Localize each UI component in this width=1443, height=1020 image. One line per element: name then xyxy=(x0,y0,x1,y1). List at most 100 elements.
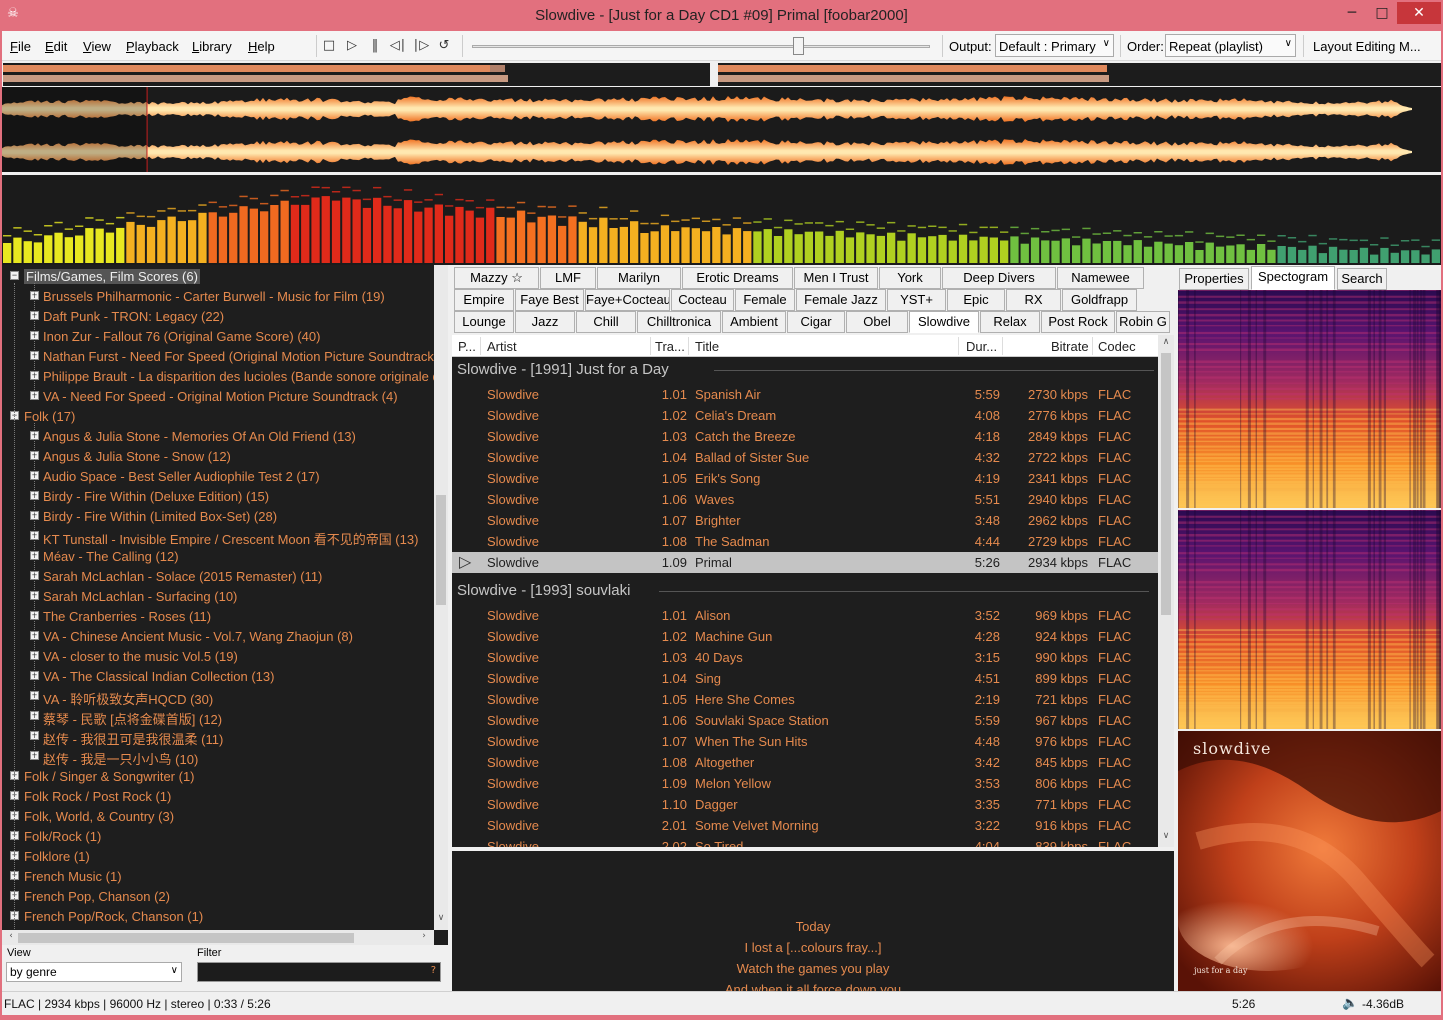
playlist-row[interactable]: Slowdive 1.01 Alison 3:52 969 kbps FLAC xyxy=(452,605,1158,626)
playlist-tab[interactable]: Post Rock xyxy=(1041,311,1115,333)
playlist-row[interactable]: Slowdive 1.07 Brighter 3:48 2962 kbps FLAC xyxy=(452,510,1158,531)
tree-child-node[interactable]: + VA - closer to the music Vol.5 (19) xyxy=(2,647,434,667)
playlist-tab[interactable]: Lounge xyxy=(454,311,514,333)
scrollbar-thumb[interactable] xyxy=(436,495,446,605)
column-divider[interactable] xyxy=(1092,337,1093,355)
menu-help[interactable]: Help xyxy=(248,39,275,54)
tree-node[interactable]: + Folklore (1) xyxy=(2,847,434,867)
random-icon[interactable]: ↺ xyxy=(435,37,453,55)
playlist-tab[interactable]: Marilyn xyxy=(597,267,681,289)
tree-child-node[interactable]: + Sarah McLachlan - Solace (2015 Remaster… xyxy=(2,567,434,587)
playlist-vertical-scrollbar[interactable]: ∧ ∨ xyxy=(1158,335,1174,847)
playlist-tab[interactable]: Epic xyxy=(947,289,1005,311)
tree-node[interactable]: + French Pop, Chanson (2) xyxy=(2,887,434,907)
collapse-icon[interactable]: − xyxy=(10,271,19,280)
next-icon[interactable]: ∣▷ xyxy=(412,37,430,55)
playlist-row[interactable]: ▷ Slowdive 1.09 Primal 5:26 2934 kbps FLAC xyxy=(452,552,1158,573)
playlist-tab[interactable]: Men I Trust xyxy=(794,267,878,289)
playlist-tab[interactable]: Obel xyxy=(846,311,908,333)
tree-child-node[interactable]: + Inon Zur - Fallout 76 (Original Game Sc… xyxy=(2,327,434,347)
playlist-row[interactable]: Slowdive 1.04 Ballad of Sister Sue 4:32 2722… xyxy=(452,447,1158,468)
column-divider[interactable] xyxy=(480,337,481,355)
tree-child-node[interactable]: + VA - Chinese Ancient Music - Vol.7, Wan… xyxy=(2,627,434,647)
tree-child-node[interactable]: + Birdy - Fire Within (Limited Box-Set) (… xyxy=(2,507,434,527)
playlist-group-header[interactable]: Slowdive - [1991] Just for a Day xyxy=(452,357,1158,385)
playlist-group-header[interactable]: Slowdive - [1993] souvlaki xyxy=(452,578,1158,606)
right-panel-tab[interactable]: Properties xyxy=(1179,268,1249,290)
playlist-tab[interactable]: York xyxy=(879,267,941,289)
tree-vertical-scrollbar[interactable]: ∨ xyxy=(434,265,448,930)
volume-slider[interactable] xyxy=(472,37,930,55)
playlist-tab[interactable]: Empire xyxy=(454,289,514,311)
slider-thumb[interactable] xyxy=(793,37,804,55)
filter-help-icon[interactable]: ? xyxy=(431,965,436,976)
status-volume[interactable]: -4.36dB xyxy=(1362,997,1404,1011)
title-bar[interactable]: ☠ Slowdive - [Just for a Day CD1 #09] Pr… xyxy=(0,0,1443,31)
column-codec[interactable]: Codec xyxy=(1098,339,1136,354)
tree-child-node[interactable]: + VA - The Classical Indian Collection (1… xyxy=(2,667,434,687)
layout-editing-mode-button[interactable]: Layout Editing M... xyxy=(1313,39,1421,54)
filter-input[interactable]: ? xyxy=(197,962,441,982)
playlist-tab[interactable]: Ambient xyxy=(722,311,786,333)
playlist-row[interactable]: Slowdive 1.03 40 Days 3:15 990 kbps FLAC xyxy=(452,647,1158,668)
playlist-row[interactable]: Slowdive 1.07 When The Sun Hits 4:48 976 kbp… xyxy=(452,731,1158,752)
playlist-tab[interactable]: Relax xyxy=(980,311,1040,333)
chevron-up-icon[interactable]: ∧ xyxy=(1159,337,1173,347)
tree-child-node[interactable]: + Angus & Julia Stone - Snow (12) xyxy=(2,447,434,467)
playlist-tab[interactable]: RX xyxy=(1006,289,1061,311)
playlist-tab[interactable]: Namewee xyxy=(1057,267,1144,289)
tree-node[interactable]: − Folk (17) xyxy=(2,407,434,427)
tree-node[interactable]: + French Pop/Rock, Chanson (1) xyxy=(2,907,434,927)
previous-icon[interactable]: ◁∣ xyxy=(389,37,407,55)
playlist-row[interactable]: Slowdive 1.06 Waves 5:51 2940 kbps FLAC xyxy=(452,489,1158,510)
menu-file[interactable]: File xyxy=(10,39,31,54)
tree-child-node[interactable]: + Philippe Brault - La disparition des lu… xyxy=(2,367,434,387)
tree-child-node[interactable]: + Sarah McLachlan - Surfacing (10) xyxy=(2,587,434,607)
playlist-row[interactable]: Slowdive 1.09 Melon Yellow 3:53 806 kbps FLAC xyxy=(452,773,1158,794)
tree-child-node[interactable]: + The Cranberries - Roses (11) xyxy=(2,607,434,627)
playlist-row[interactable]: Slowdive 1.05 Erik's Song 4:19 2341 kbps FLAC xyxy=(452,468,1158,489)
right-panel-tab[interactable]: Spectogram xyxy=(1251,266,1335,290)
playlist-row[interactable]: Slowdive 1.02 Celia's Dream 4:08 2776 kbps FL… xyxy=(452,405,1158,426)
waveform-seekbar[interactable] xyxy=(2,87,1441,173)
playlist-row[interactable]: Slowdive 1.05 Here She Comes 2:19 721 kbps FL… xyxy=(452,689,1158,710)
playlist-tab[interactable]: Slowdive xyxy=(909,311,979,333)
tree-child-node[interactable]: + 赵传 - 我是一只小小鸟 (10) xyxy=(2,747,434,767)
tree-child-node[interactable]: + Nathan Furst - Need For Speed (Original… xyxy=(2,347,434,367)
chevron-down-icon[interactable]: ∨ xyxy=(1159,831,1173,841)
menu-library[interactable]: Library xyxy=(192,39,232,54)
close-button[interactable]: ✕ xyxy=(1397,2,1441,24)
tree-child-node[interactable]: + Brussels Philharmonic - Carter Burwell … xyxy=(2,287,434,307)
playlist-row[interactable]: Slowdive 2.02 So Tired 4:04 839 kbps FLAC xyxy=(452,836,1158,847)
tree-child-node[interactable]: + VA - 聆听极致女声HQCD (30) xyxy=(2,687,434,707)
playlist-row[interactable]: Slowdive 1.10 Dagger 3:35 771 kbps FLAC xyxy=(452,794,1158,815)
column-title[interactable]: Title xyxy=(695,339,719,354)
menu-playback[interactable]: Playback xyxy=(126,39,179,54)
speaker-icon[interactable]: 🔈 xyxy=(1342,995,1358,1011)
tree-child-node[interactable]: + 赵传 - 我很丑可是我很温柔 (11) xyxy=(2,727,434,747)
playlist-tab[interactable]: Deep Divers xyxy=(942,267,1056,289)
playlist-tab[interactable]: Female Jazz xyxy=(796,289,886,311)
column-divider[interactable] xyxy=(650,337,651,355)
minimize-button[interactable]: ─ xyxy=(1337,2,1367,24)
column-divider[interactable] xyxy=(688,337,689,355)
chevron-left-icon[interactable]: ‹ xyxy=(4,931,18,941)
column-divider[interactable] xyxy=(1002,337,1003,355)
view-select[interactable]: by genre ∨ xyxy=(6,962,182,982)
tree-child-node[interactable]: + Daft Punk - TRON: Legacy (22) xyxy=(2,307,434,327)
tree-node[interactable]: + Folk / Singer & Songwriter (1) xyxy=(2,767,434,787)
column-artist[interactable]: Artist xyxy=(487,339,517,354)
playlist-row[interactable]: Slowdive 1.01 Spanish Air 5:59 2730 kbps FLAC xyxy=(452,384,1158,405)
column-playing[interactable]: P... xyxy=(458,339,476,354)
playlist-tab[interactable]: Cocteau xyxy=(671,289,734,311)
playlist-tab[interactable]: Jazz xyxy=(515,311,575,333)
playlist-tab[interactable]: Goldfrapp xyxy=(1062,289,1137,311)
playlist-tab[interactable]: Faye+Cocteau xyxy=(585,289,670,311)
tree-node[interactable]: + Folk/Rock (1) xyxy=(2,827,434,847)
playlist-tab[interactable]: Chill xyxy=(576,311,636,333)
tree-child-node[interactable]: + VA - Need For Speed - Original Motion P… xyxy=(2,387,434,407)
playlist-tab[interactable]: Cigar xyxy=(787,311,845,333)
playlist-row[interactable]: Slowdive 1.03 Catch the Breeze 4:18 2849 kbp… xyxy=(452,426,1158,447)
playlist-tab[interactable]: Robin G xyxy=(1116,311,1170,333)
tree-child-node[interactable]: + 蔡琴 - 民歌 [点将金碟首版] (12) xyxy=(2,707,434,727)
